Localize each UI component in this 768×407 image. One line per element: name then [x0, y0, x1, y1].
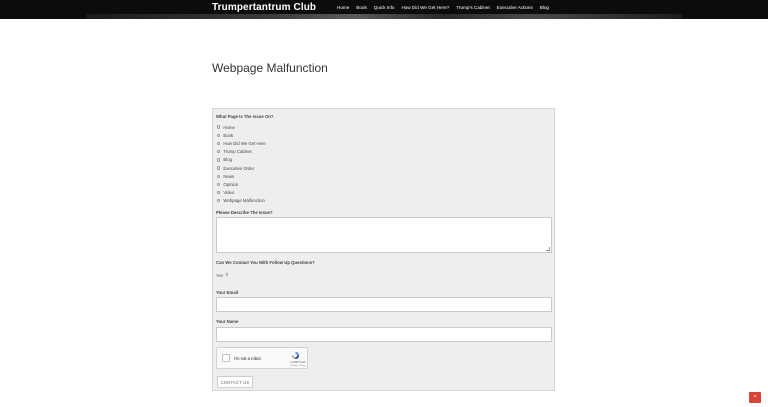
name-label: Your Name [216, 319, 239, 324]
main-nav: Home Book Quick Info How Did We Get Here… [337, 5, 556, 10]
radio-label: How Did We Get Here [223, 140, 266, 146]
describe-label: Please Describe The Issue? [216, 210, 273, 215]
radio-label: Blog [223, 157, 232, 163]
email-field[interactable] [216, 297, 552, 312]
recaptcha-logo-icon [291, 351, 300, 360]
nav-how-did-we-get-here[interactable]: How Did We Get Here? [401, 5, 449, 10]
site-brand[interactable]: Trumpertantrum Club [212, 2, 316, 13]
radio-button[interactable] [217, 190, 221, 195]
radio-label: News [223, 173, 235, 179]
contact-permission-label: Can We Contact You With Follow Up Questi… [216, 260, 315, 265]
nav-blog[interactable]: Blog [540, 5, 549, 10]
nav-trumps-cabinet[interactable]: Trump's Cabinet [456, 5, 489, 10]
page-title: Webpage Malfunction [212, 61, 328, 76]
radio-option-trump-cabinet[interactable]: Trump Cabinet [217, 148, 266, 156]
radio-label: Book [223, 132, 234, 138]
contact-permission-select[interactable]: Yes ⇕ [216, 270, 229, 280]
radio-label: Trump Cabinet [223, 149, 252, 155]
select-value: Yes [216, 272, 224, 278]
radio-button[interactable] [217, 166, 221, 170]
contact-form: What Page Is The Issue On? Home Book How… [212, 108, 555, 391]
radio-button[interactable] [217, 149, 221, 154]
scroll-to-top-button[interactable]: ^ [749, 392, 761, 403]
page-radio-group: Home Book How Did We Get Here Trump Cabi… [217, 123, 266, 205]
header-banner-image [86, 14, 682, 19]
nav-home[interactable]: Home [337, 5, 349, 10]
radio-button[interactable] [217, 141, 221, 146]
radio-label: Opinion [223, 181, 239, 187]
recaptcha-checkbox[interactable] [222, 354, 230, 362]
radio-option-opinion[interactable]: Opinion [217, 180, 266, 188]
radio-button[interactable] [217, 125, 221, 129]
site-header: Trumpertantrum Club Home Book Quick Info… [0, 0, 768, 19]
chevron-up-icon: ^ [753, 394, 757, 401]
radio-option-home[interactable]: Home [217, 123, 266, 131]
issue-description-textarea[interactable] [216, 217, 552, 253]
radio-option-how-did-we-get-here[interactable]: How Did We Get Here [217, 139, 266, 147]
radio-label: Webpage Malfunction [223, 198, 265, 204]
nav-quick-info[interactable]: Quick Info [374, 5, 395, 10]
radio-option-blog[interactable]: Blog [217, 156, 266, 164]
radio-option-book[interactable]: Book [217, 131, 266, 139]
name-field[interactable] [216, 327, 552, 342]
radio-button[interactable] [217, 158, 221, 162]
nav-book[interactable]: Book [356, 5, 366, 10]
recaptcha-links[interactable]: Privacy - Terms [288, 365, 308, 367]
recaptcha-text: I'm not a robot [234, 356, 261, 361]
radio-label: Executive Order [223, 165, 255, 171]
nav-executive-actions[interactable]: Executive Actions [497, 5, 533, 10]
radio-button[interactable] [217, 182, 221, 187]
radio-label: Video [223, 190, 235, 196]
radio-button[interactable] [217, 199, 221, 203]
recaptcha-widget: I'm not a robot reCAPTCHA Privacy - Term… [216, 347, 308, 369]
resize-handle-icon[interactable] [546, 247, 550, 251]
radio-button[interactable] [217, 174, 221, 178]
contact-us-button[interactable]: CONTACT US [217, 376, 253, 388]
radio-option-video[interactable]: Video [217, 189, 266, 197]
radio-option-news[interactable]: News [217, 172, 266, 180]
radio-button[interactable] [217, 133, 221, 137]
radio-label: Home [223, 124, 235, 130]
issue-page-label: What Page Is The Issue On? [216, 114, 274, 119]
email-label: Your Email [216, 290, 239, 295]
radio-option-webpage-malfunction[interactable]: Webpage Malfunction [217, 197, 266, 205]
radio-option-executive-order[interactable]: Executive Order [217, 164, 266, 172]
select-arrows-icon: ⇕ [225, 272, 229, 277]
